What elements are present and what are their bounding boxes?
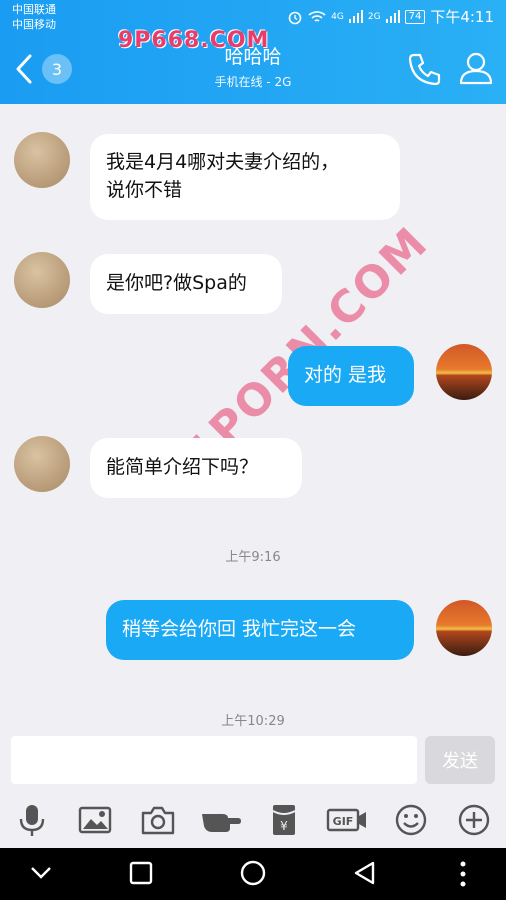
chat-header: 3 哈哈哈 手机在线 - 2G 9P668.COM: [0, 28, 506, 104]
camera-icon[interactable]: [140, 802, 176, 838]
message-text: 对的 是我: [304, 364, 387, 386]
message-text: 我是4月4哪对夫妻介绍的，: [106, 151, 340, 173]
message-input[interactable]: [11, 736, 417, 784]
red-packet-icon[interactable]: ¥: [266, 802, 302, 838]
carrier-2: 中国移动: [12, 18, 56, 31]
avatar[interactable]: [14, 436, 70, 492]
image-icon[interactable]: [77, 802, 113, 838]
profile-icon[interactable]: [458, 50, 494, 86]
message-bubble-outgoing[interactable]: 对的 是我: [288, 346, 414, 406]
avatar[interactable]: [14, 252, 70, 308]
message-text: 说你不错: [106, 179, 183, 201]
square-icon[interactable]: [128, 860, 154, 886]
watermark-top: 9P668.COM: [118, 28, 270, 53]
send-button[interactable]: 发送: [425, 736, 495, 784]
net-label-1: 4G: [331, 11, 344, 22]
timestamp: 上午9:16: [225, 550, 281, 565]
avatar-self[interactable]: [436, 600, 492, 656]
plus-icon[interactable]: [456, 802, 492, 838]
svg-text:¥: ¥: [280, 819, 288, 833]
carrier-1: 中国联通: [12, 3, 56, 16]
net-label-2: 2G: [367, 11, 381, 22]
chevron-down-icon[interactable]: [30, 866, 52, 880]
status-time: 下午4:11: [430, 8, 494, 26]
avatar-self[interactable]: [436, 344, 492, 400]
message-bubble-incoming[interactable]: 是你吧?做Spa的: [90, 254, 282, 314]
message-text: 能简单介绍下吗？: [106, 456, 259, 478]
gif-icon[interactable]: GIF: [326, 802, 368, 838]
message-text: 稍等会给你回 我忙完这一会: [122, 618, 357, 640]
input-area: 发送: [0, 736, 506, 788]
chat-area[interactable]: 91PORN.COM 我是4月4哪对夫妻介绍的， 说你不错 是你吧?做Spa的 …: [0, 104, 506, 736]
timestamp: 上午10:29: [221, 714, 285, 729]
mic-icon[interactable]: [14, 802, 50, 838]
status-icons: 4G 2G 74 下午4:11: [287, 6, 494, 27]
svg-text:GIF: GIF: [333, 815, 354, 828]
phone-icon[interactable]: [406, 50, 444, 88]
alarm-icon: [288, 11, 302, 24]
message-text: 是你吧?做Spa的: [106, 272, 247, 294]
wifi-icon: [308, 10, 326, 22]
message-bubble-incoming[interactable]: 我是4月4哪对夫妻介绍的， 说你不错: [90, 134, 400, 220]
signal-icon: [385, 10, 400, 23]
hand-icon[interactable]: [200, 802, 242, 838]
triangle-back-icon[interactable]: [352, 860, 378, 886]
emoji-icon[interactable]: [393, 802, 429, 838]
avatar[interactable]: [14, 132, 70, 188]
battery-level: 74: [404, 9, 426, 24]
input-toolbar: ¥ GIF: [0, 792, 506, 848]
signal-icon: [348, 10, 363, 23]
message-bubble-outgoing[interactable]: 稍等会给你回 我忙完这一会: [106, 600, 414, 660]
message-bubble-incoming[interactable]: 能简单介绍下吗？: [90, 438, 302, 498]
system-nav-bar: [0, 848, 506, 900]
more-dots-icon[interactable]: [456, 860, 470, 888]
circle-icon[interactable]: [240, 860, 266, 886]
carrier-info: 中国联通 中国移动: [12, 2, 56, 32]
